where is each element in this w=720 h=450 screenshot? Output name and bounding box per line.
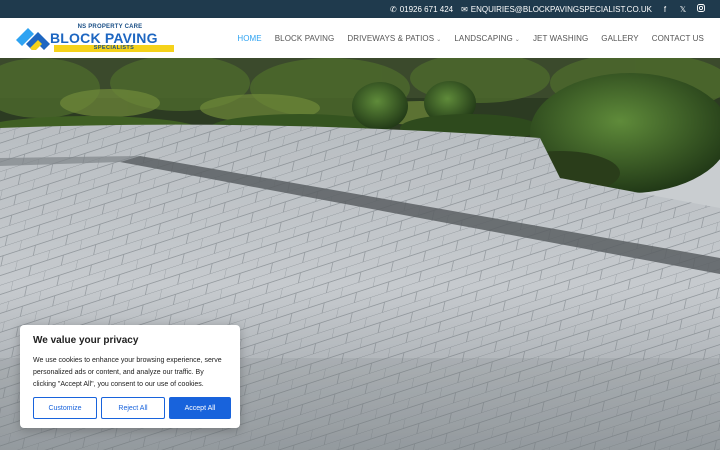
nav-contact-us[interactable]: CONTACT US [652, 34, 704, 43]
cookie-text: We use cookies to enhance your browsing … [33, 357, 222, 388]
phone-number: 01926 671 424 [399, 4, 454, 14]
nav-driveways-patios[interactable]: DRIVEWAYS & PATIOS ⌄ [347, 34, 441, 43]
nav-jet-washing[interactable]: JET WASHING [533, 34, 588, 43]
x-icon[interactable]: 𝕏 [678, 5, 688, 14]
nav-home[interactable]: HOME [237, 34, 261, 43]
logo-subtitle: SPECIALISTS [54, 45, 174, 52]
email-link[interactable]: ✉ ENQUIRIES@BLOCKPAVINGSPECIALIST.CO.UK [461, 5, 652, 14]
nav-landscaping-label: LANDSCAPING [454, 33, 513, 43]
nav-driveways-label: DRIVEWAYS & PATIOS [347, 33, 435, 43]
logo-title: BLOCK PAVING [50, 30, 158, 46]
phone-icon: ✆ [390, 4, 397, 14]
nav-block-paving[interactable]: BLOCK PAVING [275, 34, 335, 43]
customize-button[interactable]: Customize [33, 397, 97, 419]
instagram-icon[interactable] [696, 4, 706, 14]
cookie-buttons: Customize Reject All Accept All [33, 397, 231, 419]
logo-mark-icon [16, 28, 50, 50]
email-address: ENQUIRIES@BLOCKPAVINGSPECIALIST.CO.UK [470, 4, 652, 14]
cookie-consent-banner: We value your privacy We use cookies to … [20, 325, 240, 428]
accept-all-button[interactable]: Accept All [169, 397, 231, 419]
reject-all-button[interactable]: Reject All [101, 397, 165, 419]
email-icon: ✉ [461, 4, 468, 14]
chevron-down-icon: ⌄ [514, 36, 520, 43]
main-nav: HOME BLOCK PAVING DRIVEWAYS & PATIOS ⌄ LA… [237, 18, 704, 58]
facebook-icon[interactable]: f [660, 5, 670, 14]
top-bar: ✆ 01926 671 424 ✉ ENQUIRIES@BLOCKPAVINGS… [0, 0, 720, 18]
chevron-down-icon: ⌄ [436, 36, 442, 43]
nav-landscaping[interactable]: LANDSCAPING ⌄ [454, 34, 520, 43]
site-logo[interactable]: NS PROPERTY CARE BLOCK PAVING SPECIALIST… [16, 24, 174, 52]
site-header: NS PROPERTY CARE BLOCK PAVING SPECIALIST… [0, 18, 720, 58]
nav-gallery[interactable]: GALLERY [601, 34, 638, 43]
phone-link[interactable]: ✆ 01926 671 424 [390, 5, 453, 14]
cookie-title: We value your privacy [33, 335, 139, 346]
